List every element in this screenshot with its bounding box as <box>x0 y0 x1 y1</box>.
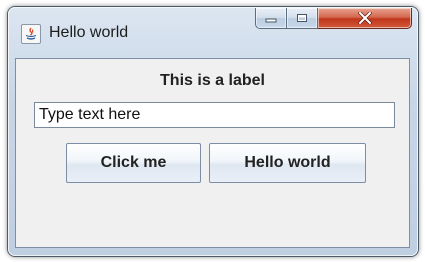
java-icon[interactable] <box>21 24 41 44</box>
info-label: This is a label <box>160 72 265 89</box>
minimize-icon <box>265 18 277 23</box>
window-controls <box>255 8 412 30</box>
window-title: Hello world <box>49 24 129 41</box>
maximize-button[interactable] <box>287 8 318 29</box>
text-input[interactable] <box>34 102 395 128</box>
close-button[interactable] <box>318 8 412 29</box>
title-bar[interactable]: Hello world <box>8 7 418 55</box>
close-icon <box>357 12 372 24</box>
click-me-button[interactable]: Click me <box>66 143 201 183</box>
hello-world-button[interactable]: Hello world <box>209 143 366 183</box>
maximize-icon <box>297 14 307 22</box>
minimize-button[interactable] <box>255 8 287 29</box>
app-window: Hello world This is a label Type text he… <box>7 6 419 257</box>
content-pane: This is a label Click me Hello world <box>15 58 410 248</box>
